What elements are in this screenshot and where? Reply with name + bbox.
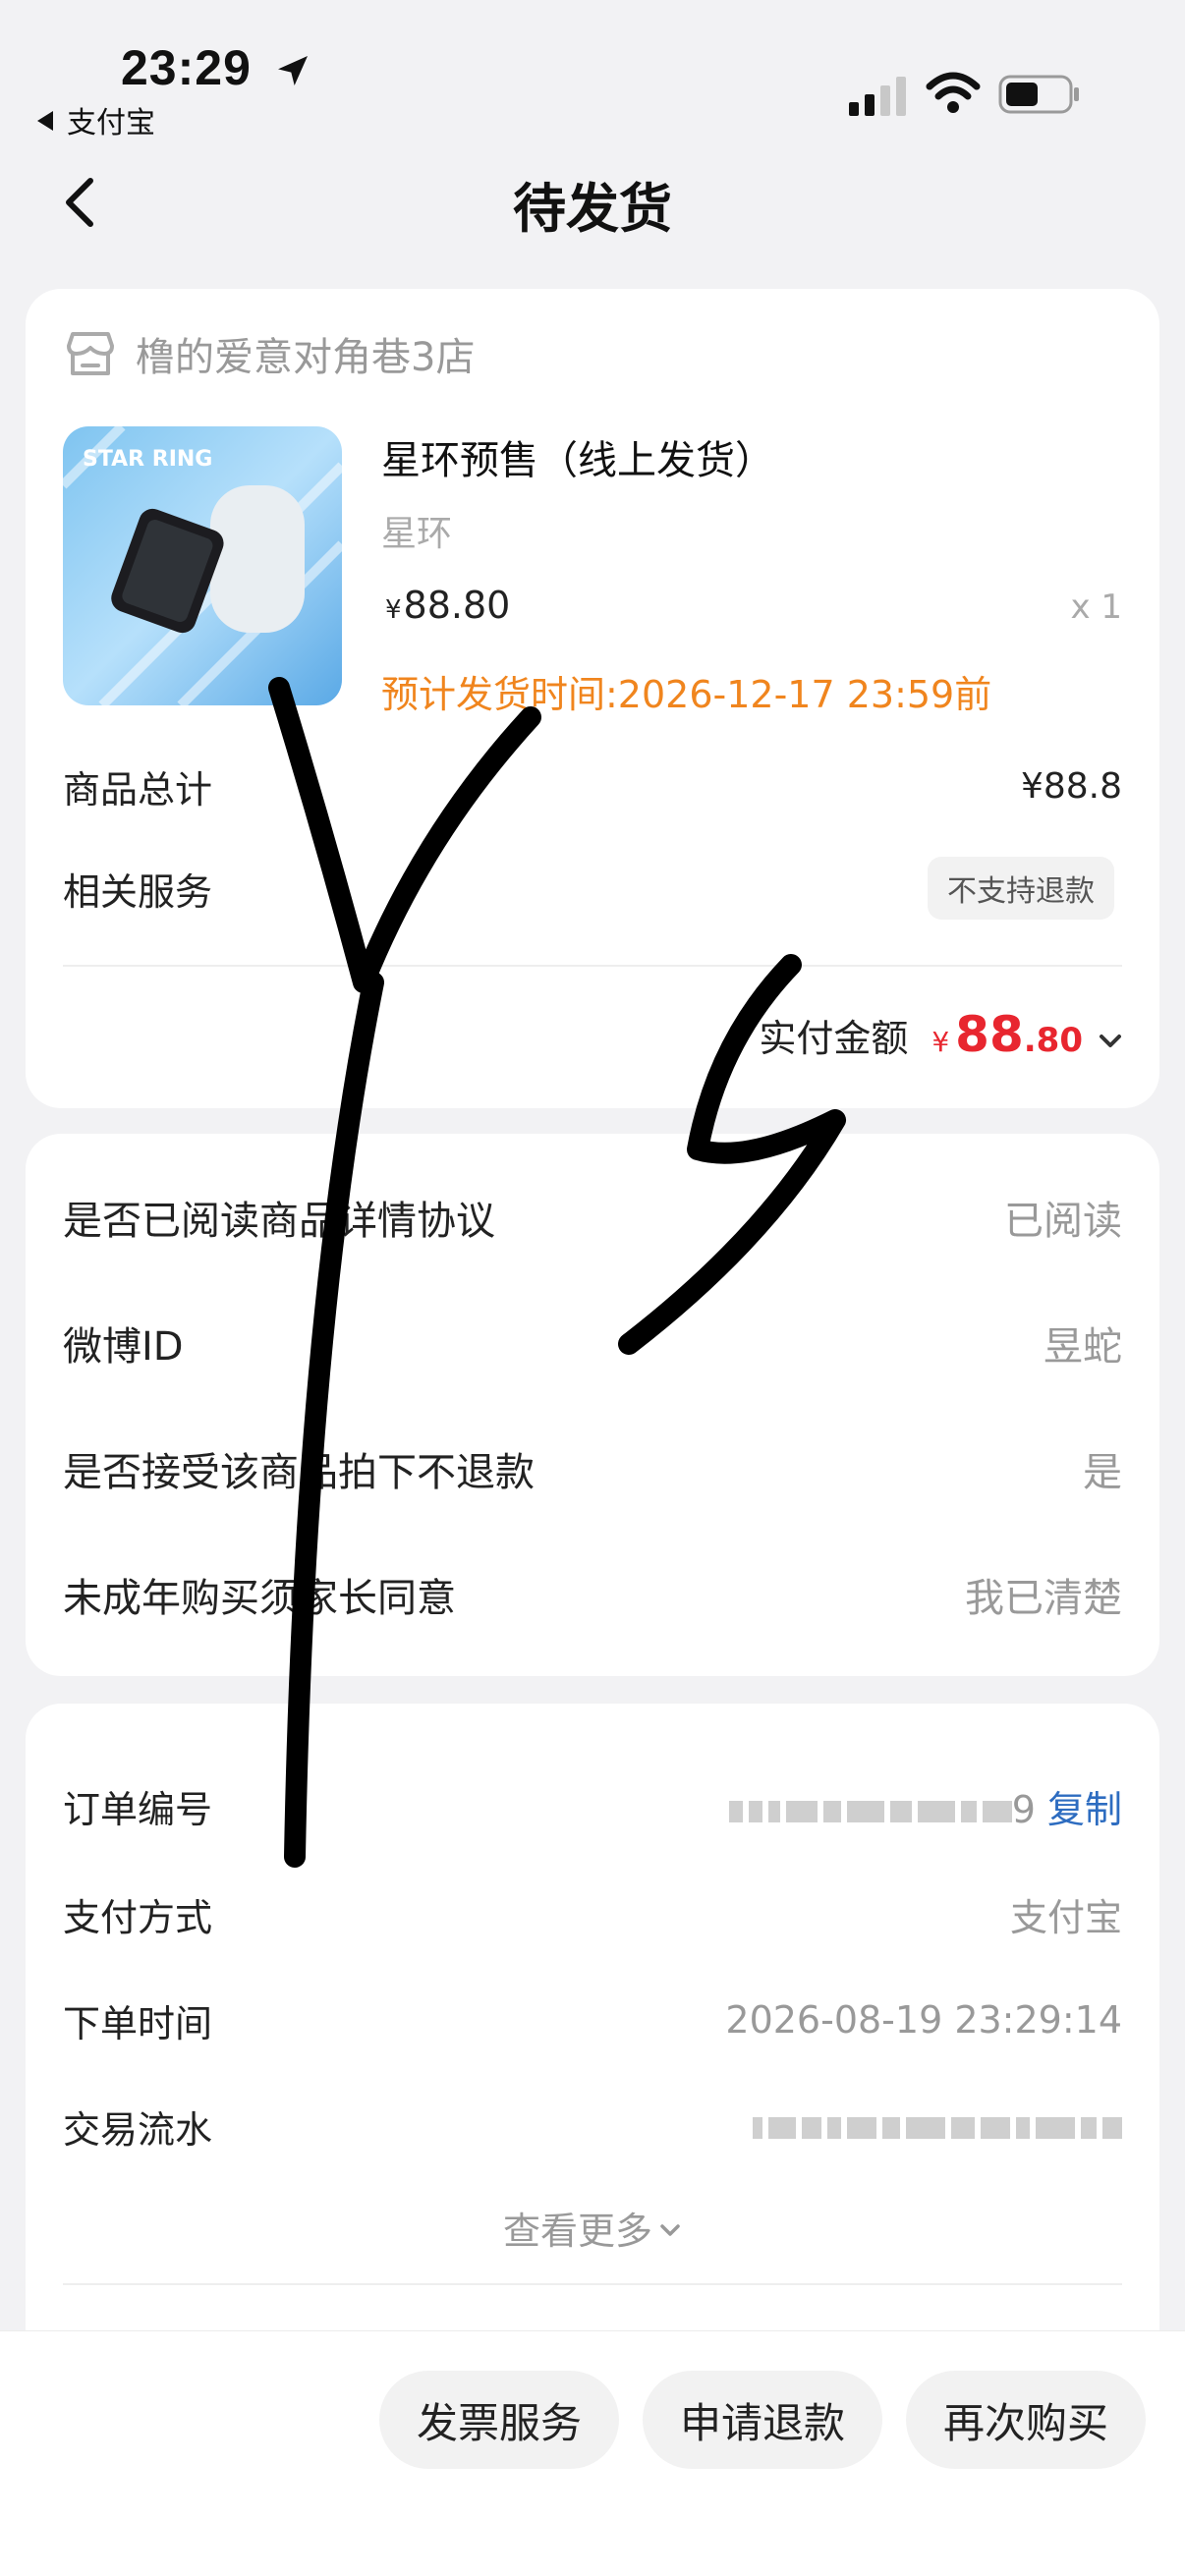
page-title: 待发货 bbox=[513, 178, 672, 240]
question-label: 是否已阅读商品详情协议 bbox=[63, 1199, 495, 1244]
order-time-value: 2026-08-19 23:29:14 bbox=[725, 1998, 1122, 2042]
service-label: 相关服务 bbox=[63, 869, 213, 914]
buy-again-button[interactable]: 再次购买 bbox=[906, 2371, 1146, 2469]
transaction-serial-value bbox=[753, 2104, 1122, 2148]
question-label: 是否接受该商品拍下不退款 bbox=[63, 1450, 535, 1495]
clock: 23:29 bbox=[121, 40, 252, 95]
question-answer: 我已清楚 bbox=[965, 1576, 1122, 1621]
question-answer: 昱蛇 bbox=[1044, 1324, 1122, 1370]
transaction-serial-row: 交易流水 bbox=[63, 2097, 1122, 2156]
estimated-ship-time: 预计发货时间:2026-12-17 23:59前 bbox=[381, 673, 992, 716]
store-link[interactable]: 橹的爱意对角巷3店 bbox=[63, 326, 475, 381]
divider bbox=[63, 2283, 1122, 2285]
order-questions-card: 是否已阅读商品详情协议 已阅读 微博ID 昱蛇 是否接受该商品拍下不退款 是 未… bbox=[26, 1134, 1159, 1676]
no-refund-badge: 不支持退款 bbox=[928, 857, 1114, 920]
order-number-tail: 9 bbox=[1011, 1787, 1036, 1831]
redacted-transaction-serial bbox=[753, 2117, 1122, 2139]
question-row: 是否已阅读商品详情协议 已阅读 bbox=[63, 1183, 1122, 1252]
product-price: ¥88.80 bbox=[385, 584, 510, 627]
product-variant: 星环 bbox=[381, 514, 453, 554]
goods-total-label: 商品总计 bbox=[63, 767, 213, 812]
back-to-app-link[interactable]: 支付宝 bbox=[37, 98, 155, 141]
view-more-button[interactable]: 查看更多 bbox=[26, 2201, 1159, 2255]
invoice-service-button[interactable]: 发票服务 bbox=[379, 2371, 619, 2469]
copy-button[interactable]: 复制 bbox=[1047, 1788, 1122, 1831]
cellular-signal-icon bbox=[849, 77, 906, 116]
question-answer: 是 bbox=[1083, 1450, 1122, 1495]
back-triangle-icon bbox=[37, 111, 53, 131]
paid-amount-label: 实付金额 bbox=[759, 1017, 909, 1060]
goods-total-row: 商品总计 ¥88.8 bbox=[63, 756, 1122, 815]
product-thumbnail[interactable]: STAR RING bbox=[63, 426, 342, 705]
redacted-order-number bbox=[728, 1800, 1012, 1822]
status-bar: 23:29 支付宝 bbox=[0, 0, 1185, 141]
order-number-row: 订单编号 9 复制 bbox=[63, 1776, 1122, 1835]
question-row: 是否接受该商品拍下不退款 是 bbox=[63, 1434, 1122, 1503]
payment-method-label: 支付方式 bbox=[63, 1895, 213, 1939]
product-card: 橹的爱意对角巷3店 STAR RING 星环预售（线上发货） 星环 ¥88.80… bbox=[26, 289, 1159, 1108]
paid-currency: ¥ bbox=[931, 1026, 950, 1058]
apply-refund-button[interactable]: 申请退款 bbox=[643, 2371, 882, 2469]
divider bbox=[63, 965, 1122, 967]
order-number-label: 订单编号 bbox=[63, 1787, 213, 1831]
payment-method-value: 支付宝 bbox=[1009, 1895, 1122, 1939]
location-arrow-icon bbox=[278, 56, 308, 85]
payment-method-row: 支付方式 支付宝 bbox=[63, 1884, 1122, 1943]
order-time-row: 下单时间 2026-08-19 23:29:14 bbox=[63, 1990, 1122, 2049]
question-row: 微博ID 昱蛇 bbox=[63, 1309, 1122, 1377]
question-label: 未成年购买须家长同意 bbox=[63, 1576, 456, 1621]
service-row: 相关服务 不支持退款 bbox=[63, 857, 1122, 920]
order-info-card: 订单编号 9 复制 支付方式 支付宝 下单时间 2026-08-19 23:29:… bbox=[26, 1704, 1159, 2352]
back-app-label: 支付宝 bbox=[67, 106, 155, 140]
view-more-label: 查看更多 bbox=[502, 2210, 652, 2253]
question-answer: 已阅读 bbox=[1004, 1199, 1122, 1244]
goods-total-value: ¥88.8 bbox=[1020, 765, 1122, 807]
wifi-icon bbox=[926, 72, 981, 113]
order-number-value: 9 复制 bbox=[728, 1779, 1122, 1833]
battery-icon bbox=[998, 75, 1079, 114]
price-currency: ¥ bbox=[385, 595, 402, 625]
bottom-action-bar: 发票服务 申请退款 再次购买 bbox=[0, 2330, 1185, 2576]
transaction-serial-label: 交易流水 bbox=[63, 2107, 213, 2152]
chevron-down-icon bbox=[1100, 1035, 1121, 1047]
paid-amount-decimal: .80 bbox=[1023, 1021, 1083, 1060]
question-label: 微博ID bbox=[63, 1324, 184, 1370]
svg-text:STAR RING: STAR RING bbox=[83, 447, 212, 472]
product-quantity: x 1 bbox=[1070, 588, 1122, 627]
paid-amount-integer: 88 bbox=[955, 1006, 1024, 1063]
order-time-label: 下单时间 bbox=[63, 2001, 213, 2045]
price-value: 88.80 bbox=[403, 584, 511, 627]
store-name: 橹的爱意对角巷3店 bbox=[136, 335, 476, 380]
chevron-down-icon bbox=[660, 2224, 680, 2236]
question-row: 未成年购买须家长同意 我已清楚 bbox=[63, 1560, 1122, 1629]
store-icon bbox=[67, 332, 114, 375]
product-title[interactable]: 星环预售（线上发货） bbox=[381, 428, 774, 485]
paid-amount-toggle[interactable]: 实付金额 ¥ 88 .80 bbox=[759, 1006, 1124, 1063]
